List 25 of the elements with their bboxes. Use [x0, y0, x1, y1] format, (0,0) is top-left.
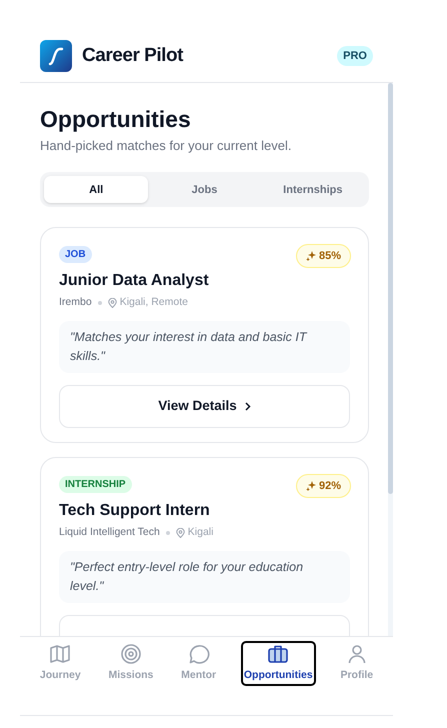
app-name: Career Pilot	[82, 44, 183, 68]
nav-tab[interactable]: Missions	[107, 643, 154, 684]
page-title: Opportunities	[40, 105, 192, 134]
job-title: Tech Support Intern	[59, 501, 211, 521]
filter-tab[interactable]: All	[44, 176, 148, 204]
location-text: Kigali	[188, 525, 214, 540]
job-title: Junior Data Analyst	[59, 271, 210, 292]
company-name: Liquid Intelligent Tech	[59, 525, 160, 540]
view-details-button[interactable]: View Details	[59, 385, 350, 428]
type-badge: INTERNSHIP	[59, 476, 132, 493]
filter-tab[interactable]: Jobs	[152, 176, 257, 204]
match-reason: "Perfect entry-level role for your education level."	[59, 550, 350, 603]
page-subtitle: Hand-picked matches for your current level.	[40, 136, 292, 155]
filter-tab[interactable]: Internships	[260, 176, 365, 204]
location-text: Kigali, Remote	[120, 295, 188, 310]
match-reason: "Matches your interest in data and basic IT skills."	[59, 321, 350, 373]
nav-tab[interactable]: Journey	[38, 643, 82, 684]
company-name: Irembo	[59, 295, 92, 310]
nav-tab[interactable]: Profile	[339, 643, 374, 684]
match-percent: 92%	[318, 478, 341, 494]
type-badge: JOB	[59, 246, 92, 264]
plan-badge: PRO	[337, 46, 373, 66]
match-percent: 85%	[318, 249, 341, 264]
nav-tab[interactable]: Mentor	[180, 643, 218, 684]
nav-tab[interactable]: Opportunities	[242, 643, 314, 684]
